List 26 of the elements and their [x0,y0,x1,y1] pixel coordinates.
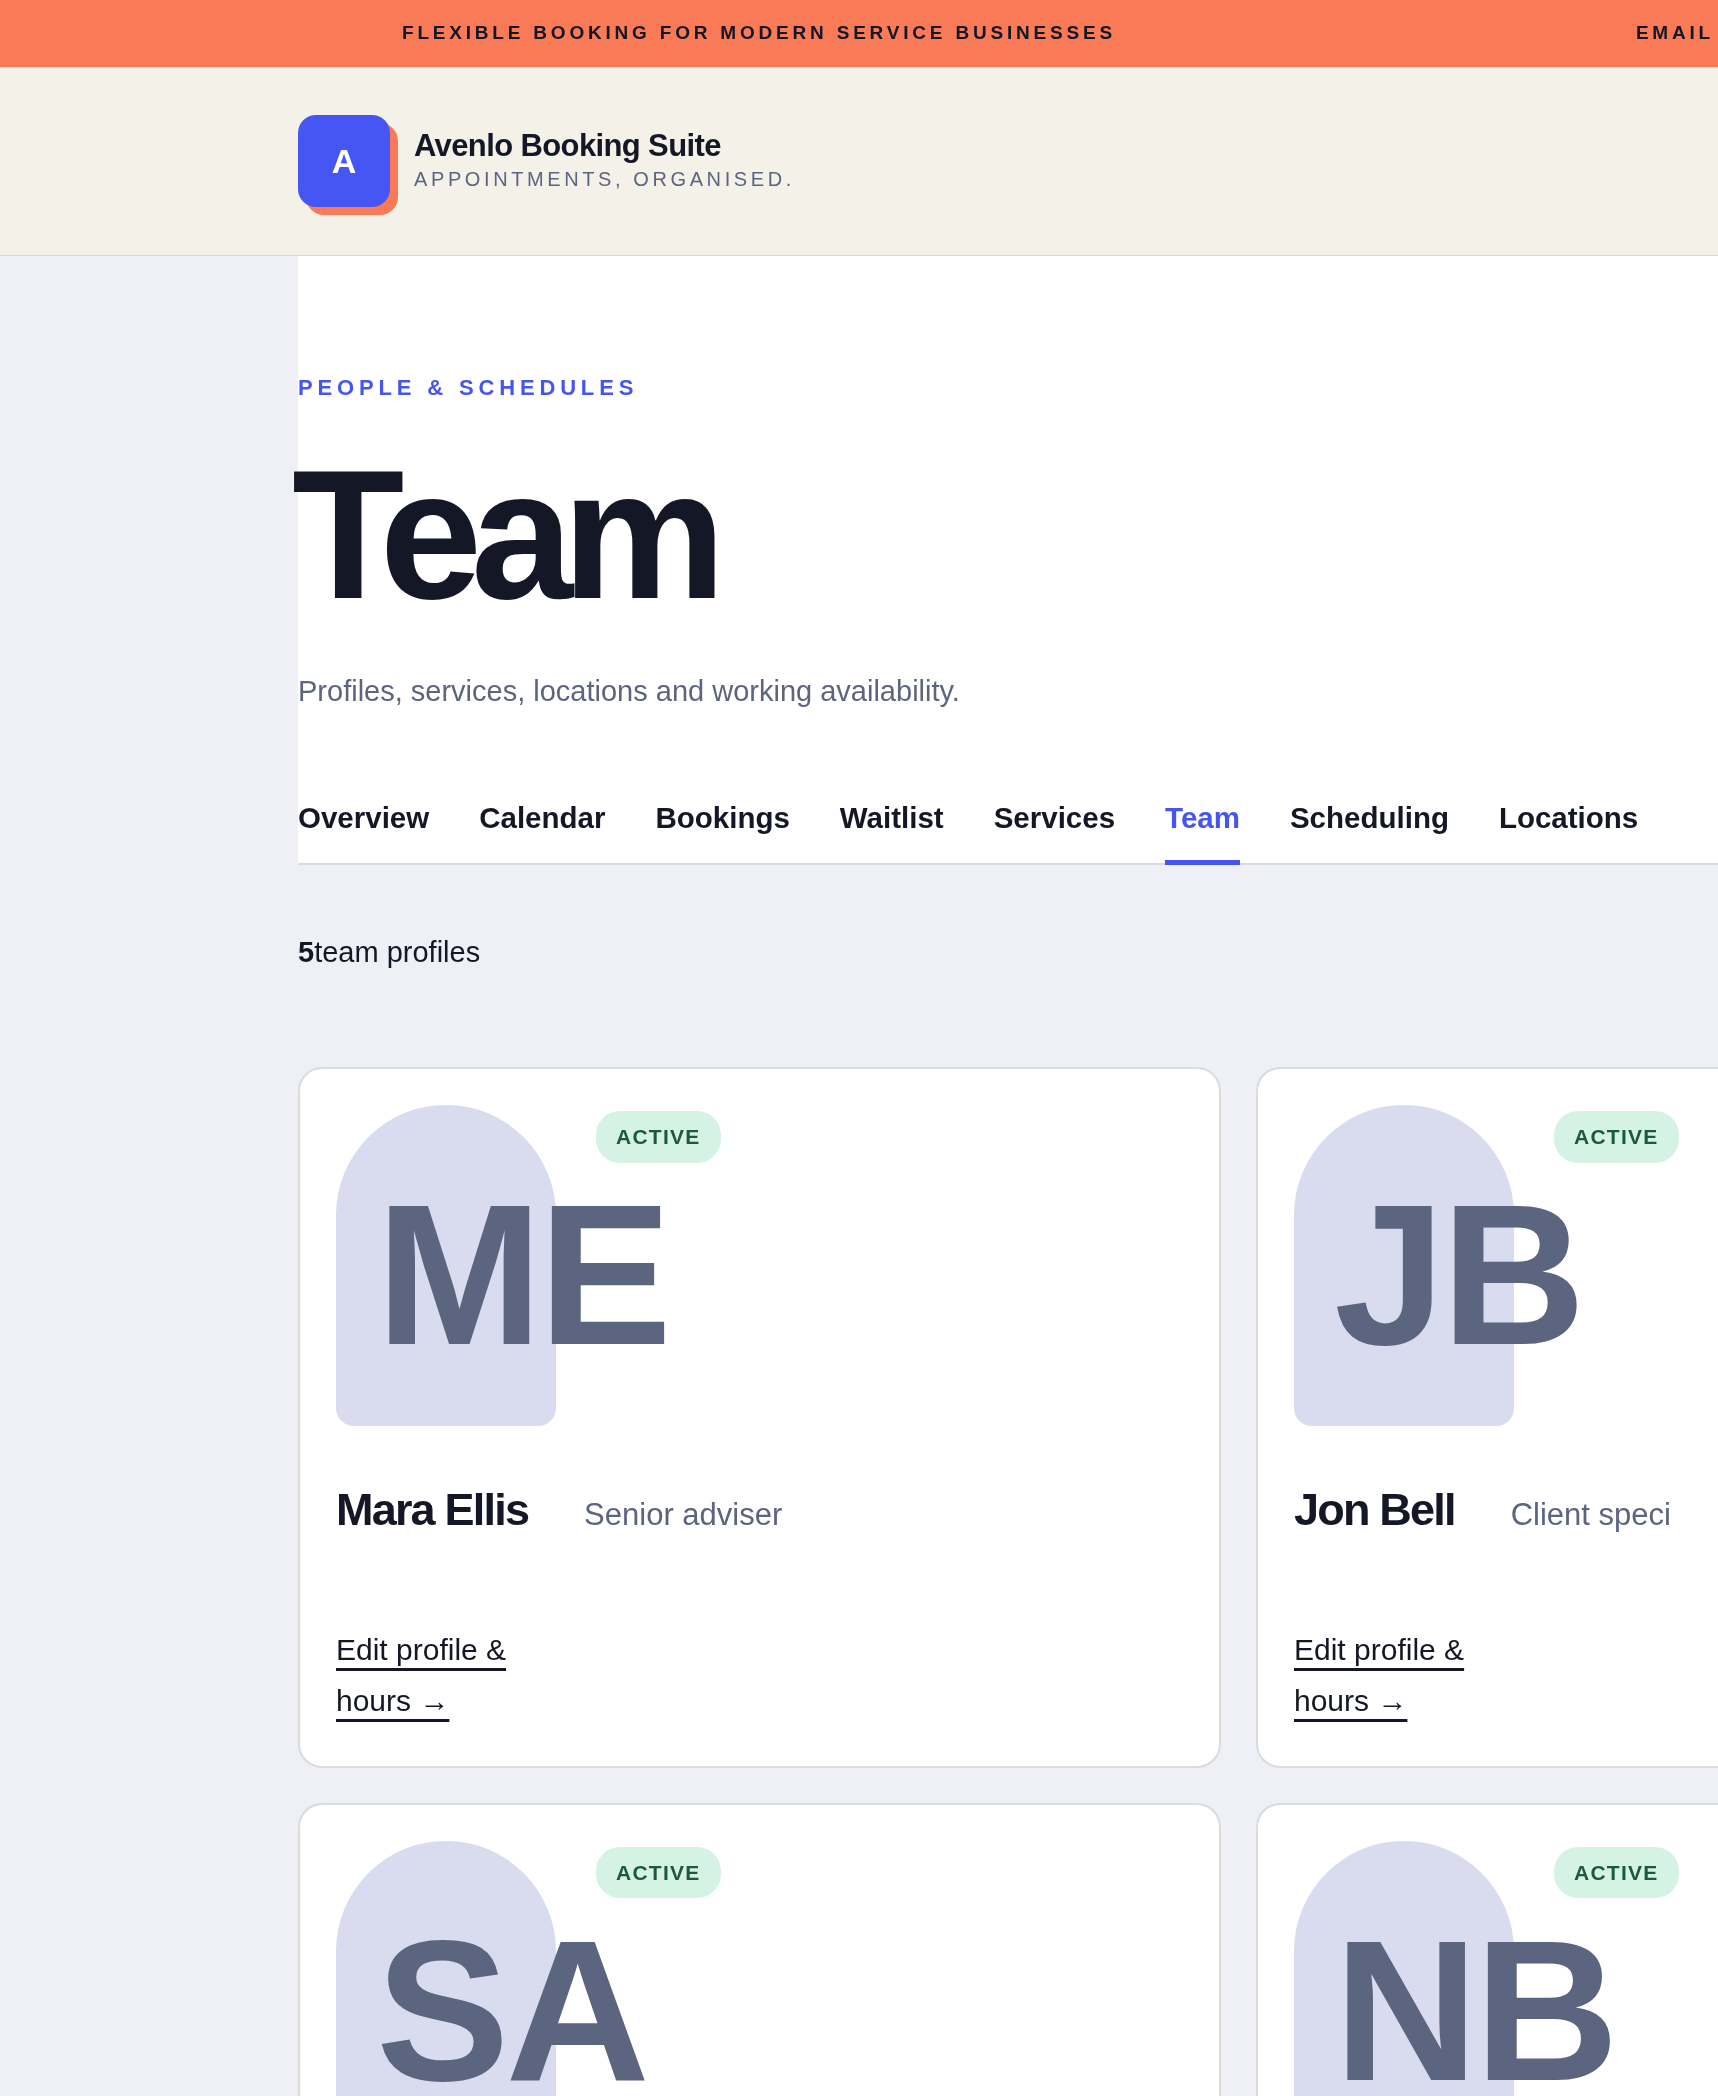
section-eyebrow: PEOPLE & SCHEDULES [298,374,640,402]
member-role: Senior adviser [584,1496,783,1535]
profile-count: 5team profiles [298,934,482,970]
nav-tab[interactable]: Services [993,795,1116,865]
member-name: Jon Bell [1294,1483,1455,1538]
status-badge: ACTIVE [596,1111,721,1163]
nav-tab[interactable]: Calendar [479,795,606,865]
status-badge: ACTIVE [1554,1846,1679,1899]
status-badge: ACTIVE [596,1846,721,1899]
edit-profile-link[interactable]: Edit profile & hours → [1294,1623,1494,1726]
brand-name: Avenlo Booking Suite [414,128,722,164]
edit-profile-link[interactable]: Edit profile & hours → [336,1623,536,1726]
status-badge: ACTIVE [1554,1111,1679,1163]
nav-tab[interactable]: Bookings [655,795,790,865]
banner-text: FLEXIBLE BOOKING FOR MODERN SERVICE BUSINESSES [402,21,1116,46]
member-role: Client speci [1510,1496,1671,1535]
member-name: Mara Ellis [336,1483,529,1538]
nav-tab[interactable]: Waitlist [839,795,944,865]
brand-tagline: APPOINTMENTS, ORGANISED. [414,166,795,192]
page-subtitle: Profiles, services, locations and working availability. [298,674,961,709]
banner-link[interactable]: EMAIL [1635,19,1714,48]
page-title: Team [292,442,716,626]
nav-tab[interactable]: Locations [1498,795,1639,865]
nav-tab[interactable]: Scheduling [1289,795,1449,865]
nav-tab[interactable]: Overview [298,795,430,865]
nav-tab[interactable]: Team [1165,795,1240,865]
